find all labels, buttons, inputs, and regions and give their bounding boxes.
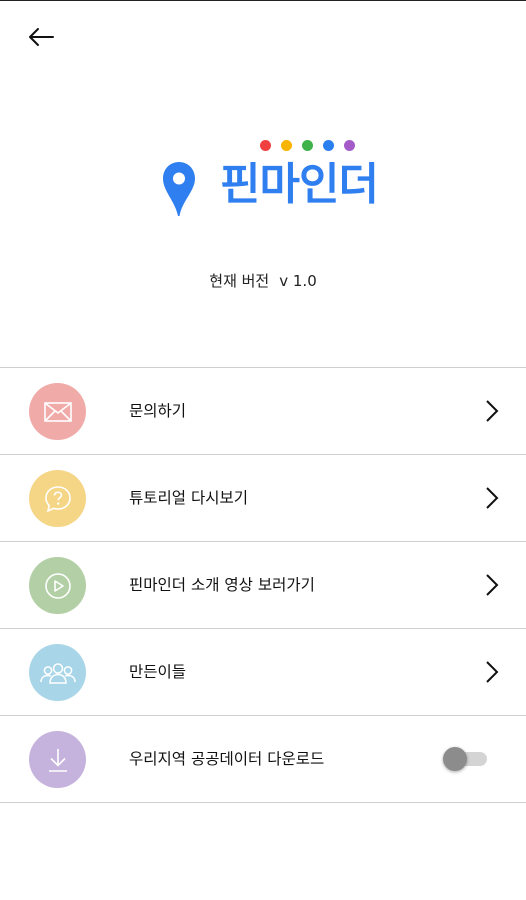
question-bubble-icon [44,485,71,512]
chevron-right-icon [486,487,499,509]
version-info: 현재 버전 v 1.0 [0,270,526,291]
logo-dot [260,140,271,151]
menu-item-intro-video[interactable]: 핀마인더 소개 영상 보러가기 [0,542,526,629]
toggle-thumb [443,747,467,771]
top-edge-divider [0,0,526,1]
menu-item-label: 튜토리얼 다시보기 [129,489,249,507]
logo-dot [281,140,292,151]
logo-dot [344,140,355,151]
arrow-left-icon [29,28,54,46]
menu-icon-circle [29,731,86,788]
logo-dots [260,140,355,151]
public-data-toggle[interactable] [441,746,489,772]
app-logo: 핀마인더 [160,135,379,225]
menu-icon-circle [29,383,86,440]
download-icon [48,748,67,772]
chevron-right-icon [486,574,499,596]
menu-item-tutorial[interactable]: 튜토리얼 다시보기 [0,455,526,542]
menu-icon-circle [29,470,86,527]
version-label: 현재 버전 [209,272,270,290]
people-icon [39,662,76,684]
menu-icon-circle [29,557,86,614]
chevron-right-icon [486,400,499,422]
menu-item-label: 핀마인더 소개 영상 보러가기 [129,576,315,594]
location-pin-icon [163,162,195,216]
menu-item-public-data-download[interactable]: 우리지역 공공데이터 다운로드 [0,716,526,803]
menu-item-label: 만든이들 [129,663,187,681]
logo-dot [302,140,313,151]
app-name: 핀마인더 [220,159,379,210]
version-value: v 1.0 [279,272,317,290]
chevron-right-icon [486,661,499,683]
menu-item-label: 문의하기 [129,402,187,420]
about-screen: 핀마인더 현재 버전 v 1.0 문의하기 튜토리얼 다시보기 핀마인더 소개 … [0,0,526,900]
menu-item-credits[interactable]: 만든이들 [0,629,526,716]
menu-icon-circle [29,644,86,701]
mail-icon [43,401,72,422]
logo-dot [323,140,334,151]
settings-menu: 문의하기 튜토리얼 다시보기 핀마인더 소개 영상 보러가기 만든이들 우리지역… [0,367,526,803]
back-button[interactable] [20,20,62,54]
play-icon [44,572,71,599]
menu-item-contact[interactable]: 문의하기 [0,368,526,455]
menu-item-label: 우리지역 공공데이터 다운로드 [129,750,325,768]
